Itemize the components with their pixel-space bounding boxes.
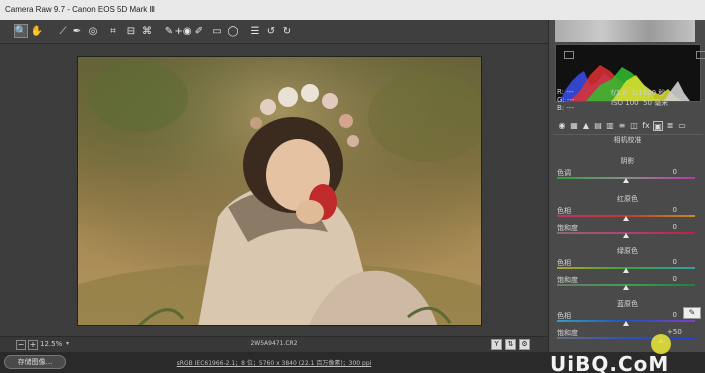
- site-watermark: UiBQ.CoM: [550, 352, 670, 373]
- effects-tab-icon[interactable]: ◫: [629, 121, 639, 131]
- crop-tool-icon[interactable]: ⌗: [106, 24, 120, 38]
- targeted-adjustment-tool-icon[interactable]: ◎: [86, 24, 100, 38]
- photo-content: [78, 57, 481, 325]
- camera-calibration-tab-icon[interactable]: ▣: [653, 121, 663, 131]
- split-toning-tab-icon[interactable]: ▥: [605, 121, 615, 131]
- preview-image[interactable]: [77, 56, 482, 326]
- white-balance-tool-icon[interactable]: ⟋: [56, 24, 70, 38]
- b-value: B: ---: [557, 104, 574, 112]
- edit-pen-icon[interactable]: ✎: [683, 307, 701, 319]
- status-bar: − + 12.5% ▾ 2W5A9471.CR2 Y ⇅ ⚙: [0, 336, 548, 352]
- pixelated-area: [555, 20, 695, 42]
- straighten-tool-icon[interactable]: ⊟: [124, 24, 138, 38]
- slider-thumb[interactable]: [623, 268, 629, 273]
- group-title: 蓝原色: [617, 300, 638, 308]
- slider-thumb[interactable]: [623, 285, 629, 290]
- iso-value: ISO 100: [611, 99, 639, 107]
- slider-thumb[interactable]: [623, 321, 629, 326]
- section-title: 相机校准: [613, 136, 642, 144]
- tool-bar: 🔍 ✋ ⟋ ✒ ◎ ⌗ ⊟ ⌘ ✎ +◉ ✐ ▭ ◯ ☰ ↺ ↻: [0, 20, 548, 44]
- preferences-icon[interactable]: ☰: [248, 24, 262, 38]
- before-after-button[interactable]: Y: [491, 339, 502, 350]
- view-settings-button[interactable]: ⚙: [519, 339, 530, 350]
- footer-bar: 存储图像... sRGB IEC61966-2.1；8 位；5760 x 384…: [0, 352, 705, 373]
- slider-value-field[interactable]: +50: [667, 328, 682, 336]
- window-title: Camera Raw 9.7 - Canon EOS 5D Mark Ⅲ: [5, 5, 156, 14]
- group-title: 红原色: [617, 195, 638, 203]
- hsl-tab-icon[interactable]: ▤: [593, 121, 603, 131]
- zoom-tool-icon[interactable]: 🔍: [14, 24, 28, 38]
- graduated-filter-icon[interactable]: ▭: [210, 24, 224, 38]
- presets-tab-icon[interactable]: ≣: [665, 121, 675, 131]
- r-value: R: ---: [557, 88, 574, 96]
- g-value: G: ---: [557, 96, 575, 104]
- transform-tool-icon[interactable]: ⌘: [140, 24, 154, 38]
- workflow-options-link[interactable]: sRGB IEC61966-2.1；8 位；5760 x 3840 (22.1 …: [0, 358, 548, 367]
- snapshots-tab-icon[interactable]: ▭: [677, 121, 687, 131]
- rgb-readout: R: --- G: --- B: ---: [557, 88, 575, 112]
- group-title: 绿原色: [617, 247, 638, 255]
- slider-value-field[interactable]: 0: [667, 311, 677, 319]
- red-eye-tool-icon[interactable]: +◉: [174, 24, 191, 38]
- slider-thumb[interactable]: [623, 216, 629, 221]
- shadow-clipping-warning-icon[interactable]: [564, 51, 574, 59]
- slider-value-field[interactable]: 0: [667, 223, 677, 231]
- fx-tab-icon[interactable]: fx: [641, 121, 651, 131]
- adjustment-panel: R: --- G: --- B: --- f/1.8 1/1600 秒 ISO …: [548, 20, 705, 354]
- slider-thumb[interactable]: [623, 178, 629, 183]
- slider-thumb[interactable]: [623, 233, 629, 238]
- slider-track[interactable]: [557, 337, 695, 339]
- group-title: 阴影: [620, 157, 635, 165]
- aperture-value: f/1.8: [611, 89, 627, 97]
- window-titlebar: Camera Raw 9.7 - Canon EOS 5D Mark Ⅲ: [0, 0, 705, 20]
- rotate-cw-icon[interactable]: ↻: [280, 24, 294, 38]
- panel-tabs: ◉ ▦ ▲ ▤ ▥ ≡ ◫ fx ▣ ≣ ▭: [553, 121, 703, 133]
- preview-area: [0, 44, 548, 336]
- slider-value-field[interactable]: 0: [667, 168, 677, 176]
- slider-value-field[interactable]: 0: [667, 206, 677, 214]
- swap-settings-button[interactable]: ⇅: [505, 339, 516, 350]
- camera-info: f/1.8 1/1600 秒 ISO 100 50 毫米: [611, 88, 668, 108]
- highlight-clipping-warning-icon[interactable]: [696, 51, 705, 59]
- hand-tool-icon[interactable]: ✋: [30, 24, 44, 38]
- radial-filter-icon[interactable]: ◯: [226, 24, 240, 38]
- slider-value-field[interactable]: 0: [667, 258, 677, 266]
- rotate-ccw-icon[interactable]: ↺: [264, 24, 278, 38]
- adjustment-brush-icon[interactable]: ✐: [192, 24, 206, 38]
- slider-value-field[interactable]: 0: [667, 275, 677, 283]
- tone-curve-tab-icon[interactable]: ▦: [569, 121, 579, 131]
- detail-tab-icon[interactable]: ▲: [581, 121, 591, 131]
- basic-tab-icon[interactable]: ◉: [557, 121, 567, 131]
- lens-tab-icon[interactable]: ≡: [617, 121, 627, 131]
- shutter-value: 1/1600 秒: [631, 89, 666, 97]
- file-name: 2W5A9471.CR2: [250, 340, 298, 347]
- color-sampler-tool-icon[interactable]: ✒: [70, 24, 84, 38]
- cursor-highlight: [651, 334, 671, 354]
- focal-length-value: 50 毫米: [643, 99, 669, 107]
